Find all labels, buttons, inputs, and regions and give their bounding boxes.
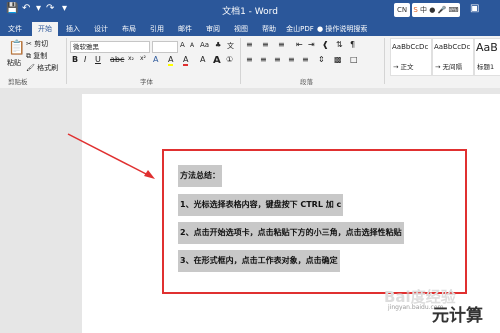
step-line: 2、点击开始选项卡，点击粘贴下方的小三角，点击选择性粘贴: [178, 222, 404, 244]
arrow-line: [67, 133, 151, 177]
arrow-head-icon: [144, 170, 155, 179]
corner-logo: 元计算: [432, 306, 483, 326]
summary-heading: 方法总结：: [178, 165, 222, 187]
step-line: 1、光标选择表格内容，键盘按下 CTRL 加 c: [178, 194, 344, 216]
step-line: 3、在形式框内，点击工作表对象，点击确定: [178, 250, 340, 272]
